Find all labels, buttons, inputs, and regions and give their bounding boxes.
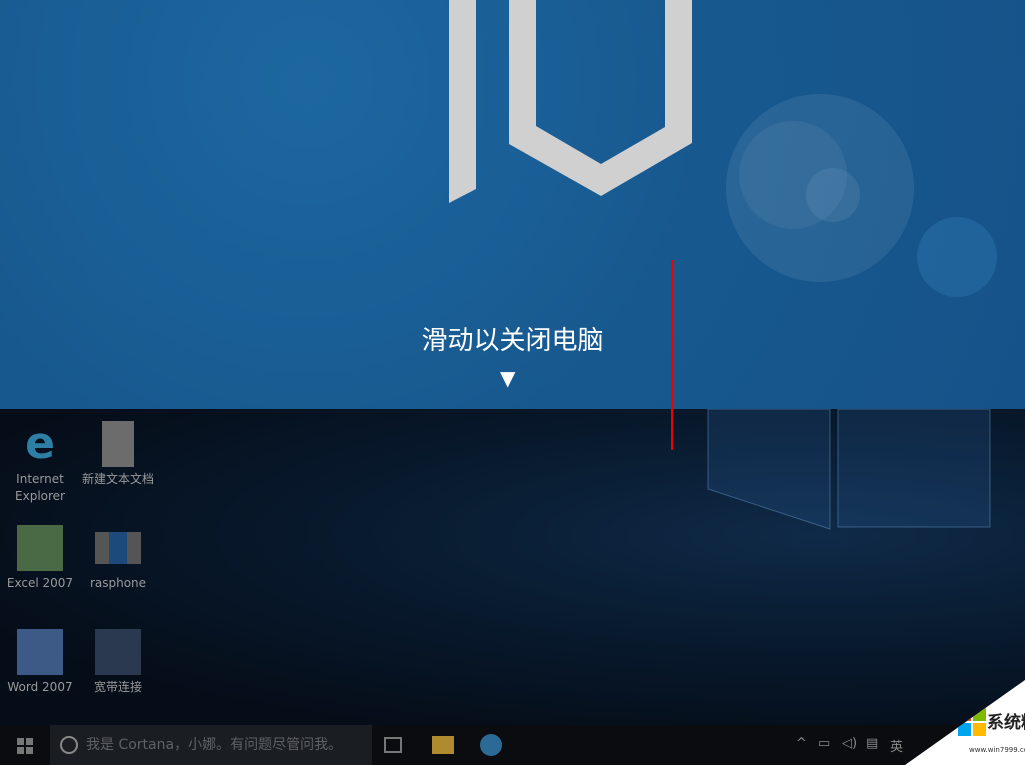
desktop-icon-rasphone[interactable]: rasphone <box>79 525 157 592</box>
down-arrow-icon: ▼ <box>500 366 516 390</box>
word-icon <box>17 629 63 675</box>
ie-taskbar-button[interactable] <box>480 734 502 756</box>
rasphone-icon <box>95 532 141 564</box>
cortana-icon <box>60 736 78 754</box>
text-document-icon <box>102 421 134 467</box>
taskbar: 我是 Cortana，小娜。有问题尽管问我。 ^ ▭ ◁) ▤ 英 <box>0 725 1025 765</box>
action-center-icon[interactable]: ▤ <box>866 736 878 751</box>
excel-icon <box>17 525 63 571</box>
desktop-icon-word[interactable]: Word 2007 <box>1 629 79 696</box>
task-view-button[interactable] <box>384 737 402 753</box>
desktop-icon-ie[interactable]: e Internet Explorer <box>1 421 79 505</box>
desktop-icon-new-text[interactable]: 新建文本文档 <box>79 421 157 488</box>
network-tray-icon[interactable]: ▭ <box>818 736 830 751</box>
desktop-icon-excel[interactable]: Excel 2007 <box>1 525 79 592</box>
annotation-arrow <box>671 260 673 450</box>
cortana-search-box[interactable]: 我是 Cortana，小娜。有问题尽管问我。 <box>50 725 372 765</box>
desktop-icon-broadband[interactable]: 宽带连接 <box>79 629 157 696</box>
file-explorer-button[interactable] <box>432 736 454 754</box>
start-button[interactable] <box>17 738 33 754</box>
show-hidden-icons-chevron[interactable]: ^ <box>796 736 807 751</box>
input-language-indicator[interactable]: 英 <box>890 736 903 755</box>
network-icon <box>95 629 141 675</box>
slide-to-shutdown-text: 滑动以关闭电脑 <box>421 326 604 356</box>
slide-to-shutdown-panel[interactable]: 滑动以关闭电脑 ▼ <box>0 0 1025 409</box>
volume-icon[interactable]: ◁) <box>842 736 857 751</box>
desktop: e Internet Explorer 新建文本文档 Excel 2007 ras… <box>0 409 1025 725</box>
ie-icon: e <box>25 418 55 469</box>
